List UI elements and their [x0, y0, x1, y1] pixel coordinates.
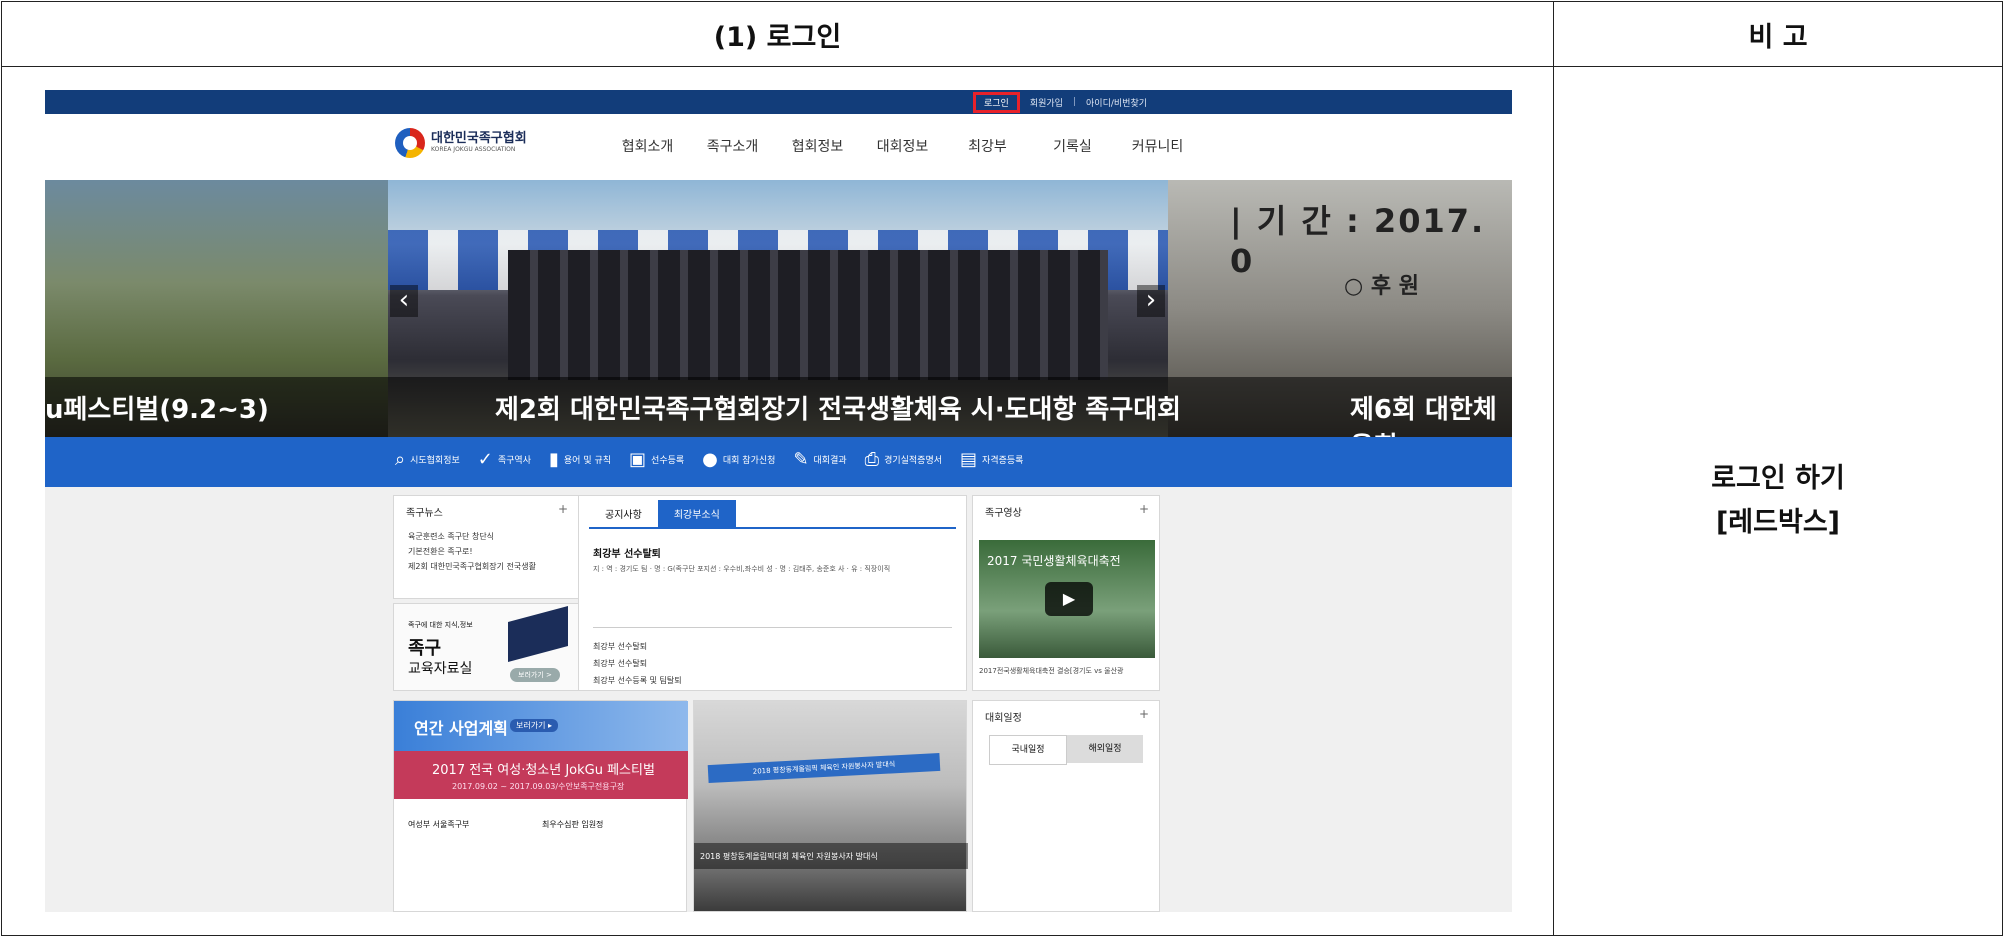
website-screenshot: 로그인 회원가입 | 아이디/비번찾기 대한민국족구협회 KOREA JOKGU…	[45, 90, 1512, 912]
play-icon[interactable]: ▶	[1045, 582, 1093, 616]
edit-icon: ✎	[793, 449, 809, 470]
quick-links-bar: ⌕ 시도협회정보 ✓ 족구역사 ▮ 용어 및 규칙 ▣ 선수등록 ● 대회 참가신청 ✎ 대…	[45, 437, 1512, 487]
video-thumbnail[interactable]: 2017 국민생활체육대축전 ▶	[979, 540, 1155, 658]
search-doc-icon: ⌕	[395, 449, 406, 470]
news-more-icon[interactable]: +	[558, 502, 568, 516]
quick-link[interactable]: ▤ 자격증등록	[960, 449, 1023, 470]
news-item[interactable]: 육군훈련소 족구단 창단식	[408, 531, 564, 542]
divider	[593, 627, 952, 628]
banner-caption-bar: u페스티벌(9.2~3) 제2회 대한민국족구협회장기 전국생활체육 시·도대항…	[45, 377, 1512, 462]
video-title: 족구영상	[985, 508, 1022, 519]
prev-slide-icon[interactable]: ‹	[390, 285, 418, 317]
menu-item[interactable]: 최강부	[945, 136, 1030, 156]
find-id-link[interactable]: 아이디/비번찾기	[1086, 96, 1147, 109]
photo-banner-text: 2018 평창동계올림픽 체육인 자원봉사자 발대식	[707, 752, 941, 784]
next-slide-icon[interactable]: ›	[1137, 285, 1165, 317]
notice-detail: 지 : 역 : 경기도 팀 · 명 : G(족구단 포지션 : 우수비,좌수비 …	[593, 565, 891, 573]
logo-title: 대한민국족구협회	[431, 131, 527, 146]
news-panel: 족구뉴스 + 육군훈련소 족구단 창단식 기본전환은 족구로! 제2회 대한민국…	[393, 495, 579, 599]
schedule-panel: 대회일정 + 국내일정 해외일정	[972, 700, 1160, 912]
plan-title: 연간 사업계획	[414, 719, 508, 738]
site-logo[interactable]: 대한민국족구협회 KOREA JOKGU ASSOCIATION	[395, 128, 527, 158]
tab-overseas[interactable]: 해외일정	[1067, 735, 1143, 763]
book-icon: ▮	[549, 449, 559, 470]
note-line-1: 로그인 하기	[1711, 463, 1845, 494]
news-item[interactable]: 제2회 대한민국족구협회장기 전국생활	[408, 561, 564, 572]
main-menu: 협회소개 족구소개 협회정보 대회정보 최강부 기록실 커뮤니티	[605, 136, 1200, 156]
people-graphic	[508, 250, 1108, 380]
note-cell: 로그인 하기 [레드박스]	[1553, 66, 2003, 936]
quick-link[interactable]: ✓ 족구역사	[478, 449, 531, 470]
link-separator: |	[1072, 97, 1077, 107]
menu-item[interactable]: 협회정보	[775, 136, 860, 156]
edu-panel[interactable]: 족구에 대한 지식,정보 족구 교육자료실 보러가기 >	[393, 603, 579, 691]
top-utility-bar: 로그인 회원가입 | 아이디/비번찾기	[45, 90, 1512, 114]
tab-top-news[interactable]: 최강부소식	[657, 500, 736, 527]
check-icon: ✓	[477, 449, 493, 470]
edu-line-3: 교육자료실	[408, 661, 473, 677]
menu-item[interactable]: 협회소개	[605, 136, 690, 156]
photo-panel[interactable]: 2018 평창동계올림픽 체육인 자원봉사자 발대식 2018 평창동계올림픽대…	[693, 700, 968, 912]
caption-left: u페스티벌(9.2~3)	[45, 395, 269, 425]
slide-right-text-2: ○ 후 원	[1344, 274, 1419, 299]
festival-date: 2017.09.02 ~ 2017.09.03/수안보족구전용구장	[452, 782, 625, 791]
notice-item[interactable]: 최강부 선수탈퇴	[593, 655, 682, 672]
plan-row-a: 여성부 서울족구부	[408, 820, 470, 829]
photo-caption-bar: 2018 평창동계올림픽대회 체육인 자원봉사자 발대식	[694, 843, 968, 869]
user-icon: ▣	[629, 449, 647, 470]
login-link[interactable]: 로그인	[973, 91, 1020, 113]
video-panel: 족구영상 + 2017 국민생활체육대축전 ▶ 2017전국생활체육대축전 결승…	[972, 495, 1160, 691]
menu-item[interactable]: 기록실	[1030, 136, 1115, 156]
festival-title: 2017 전국 여성·청소년 JokGu 페스티벌	[432, 763, 655, 778]
logo-emblem-icon	[395, 128, 425, 158]
notice-panel: 공지사항 최강부소식 최강부 선수탈퇴 지 : 역 : 경기도 팀 · 명 : …	[578, 495, 967, 691]
quick-link[interactable]: ⎙ 경기실적증명서	[865, 449, 942, 470]
plan-row-b: 최우수심판 임원정	[542, 820, 604, 829]
quick-link[interactable]: ▣ 선수등록	[629, 449, 684, 470]
schedule-title: 대회일정	[985, 713, 1022, 724]
logo-subtitle: KOREA JOKGU ASSOCIATION	[431, 146, 516, 153]
hero-banner: | 기 간 : 2017. 0 ○ 후 원 u페스티벌(9.2~3) 제2회 대…	[45, 180, 1512, 462]
printer-icon: ⎙	[864, 449, 880, 470]
video-caption[interactable]: 2017전국생활체육대축전 결승[경기도 vs 울산광	[979, 666, 1157, 676]
books-icon	[508, 605, 568, 663]
header-note-cell: 비 고	[1553, 1, 2003, 67]
menu-item[interactable]: 족구소개	[690, 136, 775, 156]
mouse-icon: ●	[702, 449, 718, 470]
menu-item[interactable]: 커뮤니티	[1115, 136, 1200, 156]
quick-link[interactable]: ● 대회 참가신청	[702, 449, 775, 470]
plan-panel: 연간 사업계획 보러가기 ▸ 2017 전국 여성·청소년 JokGu 페스티벌…	[393, 700, 688, 912]
schedule-more-icon[interactable]: +	[1139, 707, 1149, 721]
video-more-icon[interactable]: +	[1139, 502, 1149, 516]
caption-main: 제2회 대한민국족구협회장기 전국생활체육 시·도대항 족구대회	[495, 395, 1182, 425]
notice-headline[interactable]: 최강부 선수탈퇴	[593, 545, 952, 560]
header-note-title: 비 고	[1748, 21, 1808, 53]
join-link[interactable]: 회원가입	[1030, 96, 1063, 109]
id-card-icon: ▤	[960, 449, 978, 470]
header-main-title: (1) 로그인	[713, 21, 842, 53]
news-item[interactable]: 기본전환은 족구로!	[408, 546, 564, 557]
quick-link[interactable]: ✎ 대회결과	[793, 449, 846, 470]
edu-more-button[interactable]: 보러가기 >	[510, 668, 560, 682]
edu-line-1: 족구에 대한 지식,정보	[408, 621, 473, 629]
tab-domestic[interactable]: 국내일정	[989, 735, 1067, 765]
plan-header[interactable]: 연간 사업계획 보러가기 ▸	[394, 701, 688, 751]
main-navbar: 대한민국족구협회 KOREA JOKGU ASSOCIATION 협회소개 족구…	[45, 114, 1512, 180]
quick-link[interactable]: ⌕ 시도협회정보	[395, 449, 460, 470]
header-main-cell: (1) 로그인	[1, 1, 1554, 67]
note-line-2: [레드박스]	[1715, 507, 1841, 538]
tab-notice[interactable]: 공지사항	[589, 500, 658, 527]
notice-item[interactable]: 최강부 선수탈퇴	[593, 638, 682, 655]
edu-line-2: 족구	[408, 638, 442, 659]
news-title: 족구뉴스	[406, 508, 443, 519]
photo-caption: 2018 평창동계올림픽대회 체육인 자원봉사자 발대식	[700, 852, 878, 861]
menu-item[interactable]: 대회정보	[860, 136, 945, 156]
plan-more-button[interactable]: 보러가기 ▸	[510, 719, 558, 732]
notice-item[interactable]: 최강부 선수등록 및 팀탈퇴	[593, 672, 682, 689]
festival-banner[interactable]: 2017 전국 여성·청소년 JokGu 페스티벌 2017.09.02 ~ 2…	[394, 751, 688, 799]
video-thumb-text: 2017 국민생활체육대축전	[987, 554, 1121, 568]
quick-link[interactable]: ▮ 용어 및 규칙	[549, 449, 611, 470]
